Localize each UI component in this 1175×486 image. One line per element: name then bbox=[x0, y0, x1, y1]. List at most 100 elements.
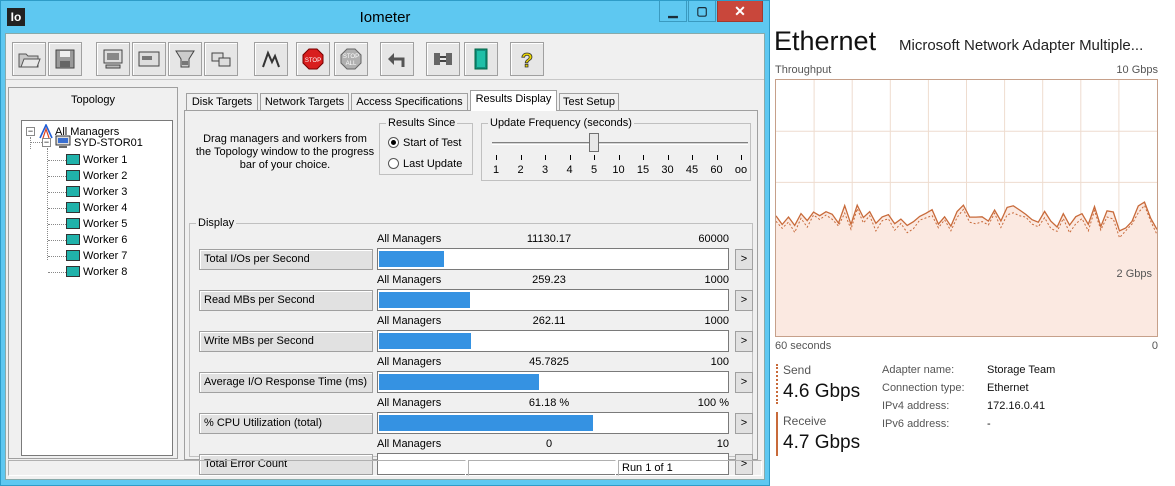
topology-panel: Topology − All Managers − SYD-STOR01 Wor… bbox=[8, 87, 178, 459]
open-button[interactable] bbox=[12, 42, 46, 76]
display-label: Display bbox=[196, 217, 237, 229]
exit-button[interactable] bbox=[464, 42, 498, 76]
worker-icon bbox=[66, 186, 80, 197]
expand-manager[interactable]: − bbox=[42, 138, 51, 147]
worker-icon bbox=[66, 202, 80, 213]
tree-manager[interactable]: SYD-STOR01 bbox=[74, 136, 143, 150]
tab-disk-targets[interactable]: Disk Targets bbox=[186, 93, 258, 110]
tree-worker[interactable]: Worker 6 bbox=[83, 233, 127, 247]
minimize-button[interactable]: ▁ bbox=[659, 1, 687, 22]
metric-more-button[interactable]: > bbox=[735, 290, 753, 311]
time-end-label: 0 bbox=[1151, 340, 1158, 352]
tab-network-targets[interactable]: Network Targets bbox=[260, 93, 349, 110]
display-row: Total I/Os per Second All Managers 11130.1… bbox=[199, 233, 753, 273]
new-worker-button[interactable] bbox=[168, 42, 202, 76]
stop-label: STOP bbox=[305, 58, 321, 64]
iometer-window: Io Iometer ▁ ▢ ✕ STOP STOP ALL ? Topolog… bbox=[0, 0, 770, 486]
toolbar: STOP STOP ALL ? bbox=[6, 34, 764, 80]
drag-hint: Drag managers and workers from the Topol… bbox=[195, 133, 375, 171]
update-frequency-label: Update Frequency (seconds) bbox=[488, 117, 634, 129]
metric-max: 1000 bbox=[704, 315, 729, 327]
stop-button[interactable]: STOP bbox=[296, 42, 330, 76]
tree-worker[interactable]: Worker 7 bbox=[83, 249, 127, 263]
metric-progress-bar[interactable] bbox=[377, 371, 729, 393]
slider-tick-label: 15 bbox=[636, 164, 650, 176]
slider-tick bbox=[569, 155, 571, 160]
slider-thumb[interactable] bbox=[589, 133, 599, 152]
tree-worker[interactable]: Worker 8 bbox=[83, 265, 127, 279]
tree-worker[interactable]: Worker 1 bbox=[83, 153, 127, 167]
detail-value: Ethernet bbox=[987, 382, 1029, 394]
metric-more-button[interactable]: > bbox=[735, 249, 753, 270]
metric-more-button[interactable]: > bbox=[735, 372, 753, 393]
adapter-description: Microsoft Network Adapter Multiple... bbox=[899, 37, 1144, 54]
tree-worker[interactable]: Worker 4 bbox=[83, 201, 127, 215]
metric-progress-bar[interactable] bbox=[377, 289, 729, 311]
disconnect-button[interactable] bbox=[426, 42, 460, 76]
metric-select-button[interactable]: Total I/Os per Second bbox=[199, 249, 373, 270]
metric-progress-bar[interactable] bbox=[377, 248, 729, 270]
help-button[interactable]: ? bbox=[510, 42, 544, 76]
update-frequency-slider[interactable] bbox=[492, 142, 748, 145]
metric-progress-fill bbox=[379, 333, 471, 349]
save-button[interactable] bbox=[48, 42, 82, 76]
slider-tick-label: 4 bbox=[566, 164, 573, 176]
radio-dot-start bbox=[388, 137, 399, 148]
title-bar[interactable]: Io Iometer ▁ ▢ ✕ bbox=[1, 1, 769, 33]
receive-value: 4.7 Gbps bbox=[783, 432, 861, 453]
help-icon: ? bbox=[520, 50, 533, 71]
start-tests-button[interactable] bbox=[254, 42, 288, 76]
metric-select-button[interactable]: % CPU Utilization (total) bbox=[199, 413, 373, 434]
worker-icon bbox=[66, 250, 80, 261]
metric-progress-fill bbox=[379, 374, 539, 390]
radio-start-of-test[interactable]: Start of Test bbox=[388, 137, 462, 150]
metric-progress-bar[interactable] bbox=[377, 330, 729, 352]
ethernet-title: Ethernet bbox=[774, 26, 877, 56]
start-display-button[interactable] bbox=[96, 42, 130, 76]
metric-select-button[interactable]: Average I/O Response Time (ms) bbox=[199, 372, 373, 393]
tab-access-specifications[interactable]: Access Specifications bbox=[351, 93, 468, 110]
save-icon bbox=[55, 49, 75, 69]
slider-tick bbox=[594, 155, 595, 160]
topology-tree[interactable]: − All Managers − SYD-STOR01 Worker 1 Work… bbox=[21, 120, 173, 456]
metric-progress-fill bbox=[379, 251, 444, 267]
reset-workers-button[interactable] bbox=[380, 42, 414, 76]
slider-tick-label: 2 bbox=[517, 164, 524, 176]
status-cell-mid bbox=[468, 460, 616, 476]
manager-computer-icon bbox=[55, 135, 71, 148]
tab-test-setup[interactable]: Test Setup bbox=[559, 93, 619, 110]
metric-target: All Managers bbox=[377, 438, 442, 450]
close-button[interactable]: ✕ bbox=[717, 1, 763, 22]
metric-progress-bar[interactable] bbox=[377, 412, 729, 434]
receive-indicator bbox=[776, 412, 778, 456]
duplicate-worker-button[interactable] bbox=[204, 42, 238, 76]
metric-more-button[interactable]: > bbox=[735, 331, 753, 352]
status-cell-main bbox=[8, 460, 466, 476]
maximize-button[interactable]: ▢ bbox=[688, 1, 716, 22]
metric-max: 100 bbox=[710, 356, 729, 368]
new-manager-icon bbox=[138, 51, 160, 67]
radio-last-update[interactable]: Last Update bbox=[388, 158, 462, 171]
metric-more-button[interactable]: > bbox=[735, 413, 753, 434]
help-label: ? bbox=[521, 50, 533, 71]
stop-all-icon: STOPALL bbox=[340, 48, 362, 70]
expand-all-managers[interactable]: − bbox=[26, 127, 35, 136]
slider-tick bbox=[545, 155, 546, 160]
tab-results-display[interactable]: Results Display bbox=[470, 90, 557, 111]
metric-progress-fill bbox=[379, 292, 470, 308]
slider-tick bbox=[716, 155, 718, 160]
metric-target: All Managers bbox=[377, 315, 442, 327]
stop-all-button[interactable]: STOP ALL bbox=[334, 42, 368, 76]
tree-worker[interactable]: Worker 2 bbox=[83, 169, 127, 183]
metric-select-button[interactable]: Read MBs per Second bbox=[199, 290, 373, 311]
new-manager-button[interactable] bbox=[132, 42, 166, 76]
start-display-icon bbox=[103, 49, 123, 69]
duplicate-worker-icon bbox=[211, 52, 231, 67]
metric-select-button[interactable]: Write MBs per Second bbox=[199, 331, 373, 352]
status-bar: Run 1 of 1 bbox=[6, 458, 764, 478]
detail-key: IPv6 address: bbox=[882, 418, 950, 430]
tree-worker[interactable]: Worker 5 bbox=[83, 217, 127, 231]
tree-worker[interactable]: Worker 3 bbox=[83, 185, 127, 199]
stop-all-label-bottom: ALL bbox=[346, 61, 357, 67]
iometer-client: STOP STOP ALL ? Topology − All Managers … bbox=[5, 33, 765, 480]
